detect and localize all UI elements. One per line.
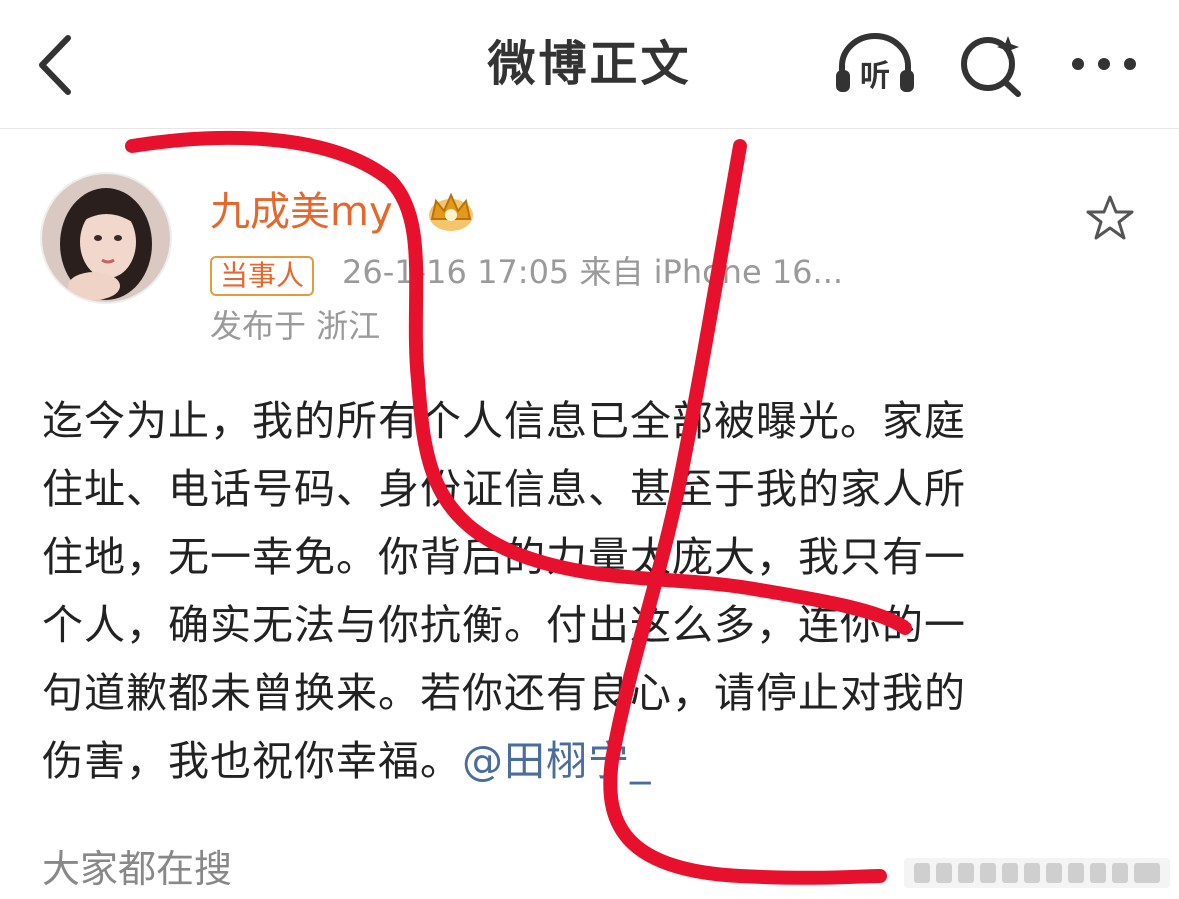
content-line: 个人，确实无法与你抗衡。付出这么多，连你的一 xyxy=(42,601,966,649)
status-badge: 当事人 xyxy=(210,256,315,296)
content-line: 迄今为止，我的所有个人信息已全部被曝光。家庭 xyxy=(42,397,966,445)
crown-icon xyxy=(429,192,473,231)
content-line-text: 伤害，我也祝你幸福。 xyxy=(42,737,462,785)
content-line: 住址、电话号码、身份证信息、甚至于我的家人所 xyxy=(42,465,966,513)
content-line: 句道歉都未曾换来。若你还有良心，请停止对我的 xyxy=(42,669,966,717)
content-line: 伤害，我也祝你幸福。@田栩宁_ xyxy=(42,727,1132,795)
listen-button[interactable]: 听 xyxy=(832,32,918,98)
listen-label: 听 xyxy=(860,59,890,94)
trending-search-label: 大家都在搜 xyxy=(42,847,233,891)
star-outline-icon[interactable] xyxy=(1084,193,1136,243)
mention-link[interactable]: @田栩宁_ xyxy=(462,737,652,785)
watermark-logo xyxy=(904,858,1170,888)
content-line: 住地，无一幸免。你背后的力量太庞大，我只有一 xyxy=(42,533,966,581)
post-time-source: 26-1-16 17:05 来自 iPhone 16... xyxy=(342,253,844,291)
weibo-post: 九成美my 当事人 26-1-16 17:05 来自 iPhone 16... … xyxy=(0,129,1179,899)
search-button[interactable] xyxy=(950,32,1036,98)
more-button[interactable] xyxy=(1066,32,1152,98)
username[interactable]: 九成美my xyxy=(210,184,393,240)
avatar[interactable] xyxy=(40,172,172,304)
more-dots-icon xyxy=(1072,58,1136,70)
post-location: 发布于 浙江 xyxy=(210,307,381,345)
ai-search-icon xyxy=(961,36,1021,97)
headphones-icon: 听 xyxy=(836,33,914,94)
top-nav-bar: 微博正文 听 xyxy=(0,0,1179,129)
post-content: 迄今为止，我的所有个人信息已全部被曝光。家庭 住址、电话号码、身份证信息、甚至于… xyxy=(42,387,1132,795)
